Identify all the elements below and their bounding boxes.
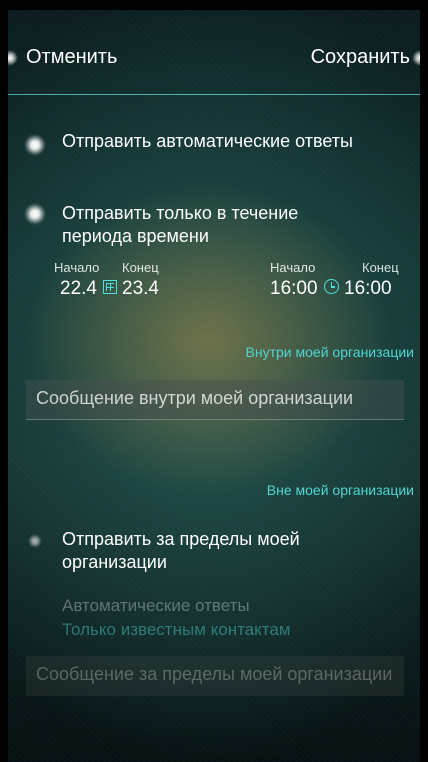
auto-reply-label: Отправить автоматические ответы	[62, 131, 353, 151]
inside-message-field[interactable]	[26, 380, 404, 420]
calendar-icon	[103, 280, 117, 294]
time-end-label: Конец	[362, 260, 399, 275]
time-period-label: Отправить только в течение периода време…	[62, 203, 299, 246]
auto-reply-screen: Отменить Сохранить Отправить автоматичес…	[8, 10, 420, 762]
audience-selector[interactable]: Только известным контактам	[62, 620, 291, 640]
save-glow	[412, 50, 420, 66]
top-bar: Отменить Сохранить	[8, 10, 420, 96]
inside-message-input[interactable]	[36, 388, 394, 409]
outside-message-field[interactable]	[26, 656, 404, 696]
time-period-toggle-dot[interactable]	[24, 203, 46, 225]
outside-org-toggle-row[interactable]: Отправить за пределы моей организации	[8, 528, 420, 584]
outside-org-label: Отправить за пределы моей организации	[62, 529, 300, 572]
time-range-picker[interactable]: Начало Конец 16:00 16:00	[270, 260, 420, 304]
time-period-toggle-row[interactable]: Отправить только в течение периода време…	[8, 202, 420, 258]
auto-reply-toggle-dot[interactable]	[24, 134, 46, 156]
save-button[interactable]: Сохранить	[311, 46, 410, 69]
cancel-button[interactable]: Отменить	[26, 46, 117, 69]
time-start-label: Начало	[270, 260, 316, 275]
clock-icon	[324, 279, 339, 294]
date-start-label: Начало	[54, 260, 100, 275]
date-end-value[interactable]: 23.4	[122, 278, 159, 300]
date-end-label: Конец	[122, 260, 159, 275]
header-divider	[8, 94, 420, 95]
auto-reply-toggle-row[interactable]: Отправить автоматические ответы	[8, 130, 420, 186]
inside-org-header: Внутри моей организации	[245, 344, 414, 360]
outside-message-input[interactable]	[36, 664, 394, 685]
outside-org-toggle-dot[interactable]	[28, 534, 42, 548]
time-start-value[interactable]: 16:00	[270, 278, 318, 300]
auto-replies-label: Автоматические ответы	[62, 596, 250, 615]
date-start-value[interactable]: 22.4	[60, 278, 97, 300]
date-range-picker[interactable]: Начало Конец 22.4 23.4	[54, 260, 214, 304]
outside-org-header: Вне моей организации	[266, 482, 414, 498]
time-end-value[interactable]: 16:00	[344, 278, 392, 300]
cancel-glow	[8, 50, 18, 66]
